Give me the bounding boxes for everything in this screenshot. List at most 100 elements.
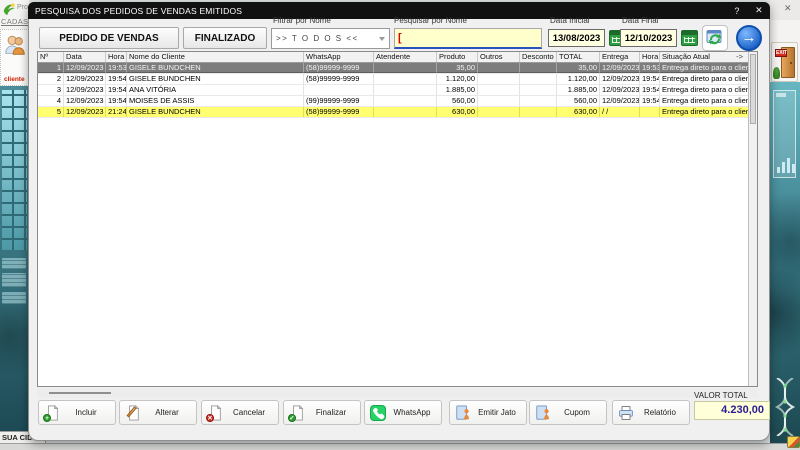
go-arrow-button[interactable]: → xyxy=(736,25,762,51)
table-cell-situacao: Entrega direto para o cliente xyxy=(662,107,750,117)
action-emitir-jato[interactable]: Emitir Jato xyxy=(449,400,527,425)
table-cell-desconto xyxy=(520,96,557,106)
action-label: Cupom xyxy=(564,408,590,417)
action-label: Cancelar xyxy=(232,408,265,417)
vertical-scrollbar[interactable] xyxy=(748,52,757,386)
action-label: WhatsApp xyxy=(393,408,431,417)
filter-by-name-label: Filtrar por Nome xyxy=(273,16,331,25)
table-row[interactable]: 4 12/09/2023 19:54 MOISES DE ASSIS (99)99999… xyxy=(38,96,757,107)
filter-name-value: >> T O D O S << xyxy=(276,34,359,43)
refresh-button[interactable] xyxy=(702,25,728,51)
clients-people-icon xyxy=(5,35,25,55)
table-cell-situacao: Entrega direto para o cliente xyxy=(662,74,750,84)
table-cell-total: 560,00 xyxy=(557,96,600,106)
table-cell-atendente xyxy=(374,74,437,84)
background-panel-decor xyxy=(2,258,26,269)
column-header[interactable]: Nº xyxy=(38,52,64,62)
action-whatsapp[interactable]: WhatsApp xyxy=(364,400,442,425)
background-app-title: Pro xyxy=(17,4,28,11)
table-cell-hora: 19:53 xyxy=(106,63,127,73)
scrollbar-thumb[interactable] xyxy=(49,392,111,394)
table-row[interactable]: 3 12/09/2023 19:54 ANA VITÓRIA 1.885,00 1.885… xyxy=(38,85,757,96)
calendar-icon[interactable] xyxy=(681,30,698,46)
column-header[interactable]: Outros xyxy=(478,52,520,62)
column-header[interactable]: Desconto xyxy=(520,52,557,62)
table-cell-outros xyxy=(478,107,520,117)
table-cell-outros xyxy=(478,96,520,106)
table-cell-total: 630,00 xyxy=(557,107,600,117)
exit-door-button[interactable]: EXIT xyxy=(771,42,798,82)
table-cell-desconto xyxy=(520,63,557,73)
table-row[interactable]: 5 12/09/2023 21:24 GISELE BUNDCHEN (58)99999… xyxy=(38,107,757,118)
table-cell-produto: 1.120,00 xyxy=(437,74,478,84)
column-header[interactable]: TOTAL xyxy=(557,52,600,62)
action-label: Emitir Jato xyxy=(478,408,516,417)
sidebar-button-label: cliente xyxy=(4,76,25,83)
doc-plus-icon: + xyxy=(43,404,60,422)
column-header[interactable]: Data xyxy=(64,52,106,62)
menu-item-cadastro[interactable]: CADAS xyxy=(1,17,28,26)
close-icon[interactable]: ✕ xyxy=(748,5,770,16)
action-label: Finalizar xyxy=(315,408,347,417)
table-cell-hora: 21:24 xyxy=(108,107,127,117)
action-alterar[interactable]: Alterar xyxy=(119,400,197,425)
table-cell-whatsapp: (58)99999-9999 xyxy=(304,74,374,84)
sidebar-button-cliente[interactable]: cliente xyxy=(0,29,29,86)
table-cell-data: 12/09/2023 xyxy=(64,63,106,73)
table-cell-nome: GISELE BUNDCHEN xyxy=(127,74,304,84)
column-header[interactable]: Entrega xyxy=(600,52,640,62)
chevron-down-icon xyxy=(379,37,385,41)
background-close-icon[interactable]: ✕ xyxy=(784,3,792,14)
table-cell-outros xyxy=(478,63,520,73)
table-cell-entrega: / / xyxy=(600,107,640,117)
dialog-title: PESQUISA DOS PEDIDOS DE VENDAS EMITIDOS xyxy=(35,5,243,16)
column-header[interactable]: Nome do Cliente xyxy=(127,52,304,62)
scrollbar-thumb[interactable] xyxy=(750,54,756,124)
table-cell-n: 5 xyxy=(38,107,64,117)
table-cell-nome: GISELE BUNDCHEN xyxy=(127,107,304,117)
filter-name-select[interactable]: >> T O D O S << xyxy=(271,28,390,49)
action-cupom[interactable]: Cupom xyxy=(529,400,607,425)
table-cell-situacao: Entrega direto para o cliente xyxy=(660,63,750,73)
search-input[interactable]: [ xyxy=(394,28,542,49)
tab-finalizado[interactable]: FINALIZADO xyxy=(183,27,267,49)
table-cell-data: 12/09/2023 xyxy=(64,74,106,84)
column-header[interactable]: Hora xyxy=(106,52,127,62)
table-cell-n: 2 xyxy=(38,74,64,84)
horizontal-scrollbar[interactable] xyxy=(37,388,758,398)
table-body: 1 12/09/2023 19:53 GISELE BUNDCHEN (58)99999… xyxy=(38,63,757,118)
date-end-field[interactable]: 12/10/2023 xyxy=(620,29,677,47)
pedidos-dialog: PESQUISA DOS PEDIDOS DE VENDAS EMITIDOS … xyxy=(28,2,770,441)
taskbar-corner-icon[interactable] xyxy=(787,436,800,448)
table-cell-entrega: 12/09/2023 xyxy=(602,85,640,95)
refresh-icon xyxy=(706,30,722,45)
table-cell-hora: 19:54 xyxy=(108,96,127,106)
action-label: Incluir xyxy=(75,408,97,417)
table-cell-hora2: 19:54 xyxy=(642,96,660,106)
table-cell-hora2: 19:54 xyxy=(642,74,660,84)
date-start-field[interactable]: 13/08/2023 xyxy=(548,29,605,47)
table-row[interactable]: 2 12/09/2023 19:54 GISELE BUNDCHEN (58)99999… xyxy=(38,74,757,85)
background-teal-left xyxy=(0,86,29,431)
help-icon[interactable]: ? xyxy=(726,6,748,16)
column-header[interactable]: Produto xyxy=(437,52,478,62)
table-cell-nome: MOISES DE ASSIS xyxy=(127,96,304,106)
table-cell-situacao: Entrega direto para o cliente xyxy=(662,96,750,106)
person-doc-icon xyxy=(455,405,471,421)
column-header[interactable]: Atendente xyxy=(374,52,437,62)
column-header[interactable]: Hora xyxy=(640,52,660,62)
background-app-right: ✕ EXIT xyxy=(770,0,800,450)
table-cell-data: 12/09/2023 xyxy=(64,85,106,95)
orders-table: -> Nº Data Hora Nome do Cliente WhatsApp Aten… xyxy=(37,51,758,387)
action-incluir[interactable]: + Incluir xyxy=(38,400,116,425)
action-relatório[interactable]: Relatório xyxy=(612,400,690,425)
table-row[interactable]: 1 12/09/2023 19:53 GISELE BUNDCHEN (58)99999… xyxy=(38,63,757,74)
table-cell-atendente xyxy=(374,85,437,95)
column-header[interactable]: WhatsApp xyxy=(304,52,374,62)
action-cancelar[interactable]: ✕ Cancelar xyxy=(201,400,279,425)
table-cell-produto: 1.885,00 xyxy=(437,85,478,95)
date-start-label: Data Inicial xyxy=(550,16,590,25)
action-finalizar[interactable]: ✓ Finalizar xyxy=(283,400,361,425)
tab-pedido-de-vendas[interactable]: PEDIDO DE VENDAS xyxy=(39,27,179,49)
app-logo-icon xyxy=(2,2,16,16)
